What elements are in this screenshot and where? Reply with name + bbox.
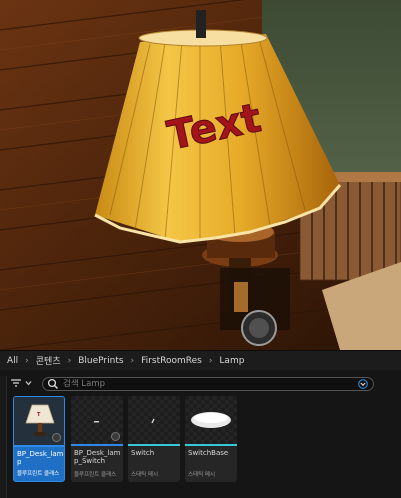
- asset-type-label: 블루프린트 클래스: [74, 472, 117, 478]
- blueprint-badge-icon: [52, 433, 61, 442]
- asset-thumbnail: [185, 396, 237, 444]
- asset-tile-bp-desk-lamp[interactable]: T BP_Desk_lamp 블루프린트 클래스: [13, 396, 65, 482]
- search-input[interactable]: [59, 379, 333, 389]
- asset-type-label: 스태틱 메시: [131, 472, 159, 478]
- chevron-down-icon: [25, 381, 32, 386]
- breadcrumb-item-content[interactable]: 콘텐츠: [34, 354, 63, 367]
- sources-panel-edge[interactable]: [0, 376, 7, 498]
- breadcrumb-chevron-icon: ›: [25, 355, 29, 366]
- breadcrumb-chevron-icon: ›: [208, 355, 213, 366]
- asset-name: SwitchBase: [188, 449, 229, 457]
- asset-type-label: 스태틱 메시: [188, 472, 216, 478]
- asset-name: BP_Desk_lamp: [17, 450, 64, 466]
- search-options-chevron-icon[interactable]: [358, 379, 368, 389]
- switch-base-mesh-icon: [191, 412, 231, 428]
- breadcrumb-chevron-icon: ›: [67, 355, 72, 366]
- asset-tile-switch[interactable]: Switch 스태틱 메시: [128, 396, 180, 482]
- asset-name: BP_Desk_lamp_Switch: [74, 449, 121, 465]
- switch-mesh-icon: [151, 418, 155, 424]
- asset-thumbnail: [71, 396, 123, 444]
- filter-icon: [11, 379, 21, 387]
- asset-type-label: 블루프린트 클래스: [17, 471, 60, 477]
- level-viewport[interactable]: Text: [0, 0, 401, 350]
- svg-text:T: T: [37, 412, 41, 418]
- blueprint-badge-icon: [111, 432, 120, 441]
- breadcrumb-item-lamp[interactable]: Lamp: [217, 356, 246, 366]
- breadcrumb-item-blueprints[interactable]: BluePrints: [76, 356, 125, 366]
- breadcrumb-item-all[interactable]: All: [5, 356, 20, 366]
- viewport-scene: Text: [0, 0, 401, 350]
- search-icon: [47, 378, 58, 389]
- asset-thumbnail: T: [14, 397, 64, 445]
- breadcrumb: All › 콘텐츠 › BluePrints › FirstRoomRes › …: [0, 350, 401, 370]
- asset-tile-switchbase[interactable]: SwitchBase 스태틱 메시: [185, 396, 237, 482]
- filter-button[interactable]: [10, 373, 40, 393]
- asset-thumbnail: [128, 396, 180, 444]
- search-box: [42, 377, 374, 391]
- breadcrumb-item-firstroomres[interactable]: FirstRoomRes: [139, 356, 204, 366]
- asset-tile-bp-desk-lamp-switch[interactable]: BP_Desk_lamp_Switch 블루프린트 클래스: [71, 396, 123, 482]
- breadcrumb-chevron-icon: ›: [130, 355, 135, 366]
- asset-name: Switch: [131, 449, 155, 457]
